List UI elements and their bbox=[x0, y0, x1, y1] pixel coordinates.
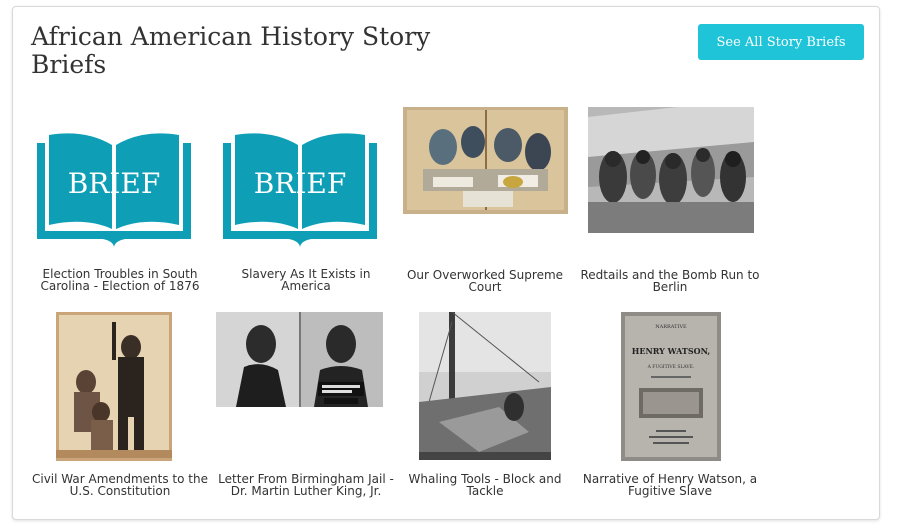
book-cover-line3: A FUGITIVE SLAVE. bbox=[647, 364, 695, 370]
see-all-story-briefs-button[interactable]: See All Story Briefs bbox=[698, 24, 864, 60]
page-title: African American History Story Briefs bbox=[31, 22, 431, 79]
brief-book-icon: BRIEF bbox=[223, 133, 377, 247]
story-brief-item[interactable]: Whaling Tools - Block and Tackle bbox=[403, 312, 593, 502]
tuskegee-airmen-photo bbox=[588, 107, 754, 233]
book-cover-line2: HENRY WATSON, bbox=[632, 346, 711, 356]
supreme-court-cartoon-image bbox=[403, 107, 568, 214]
lincoln-emancipation-engraving bbox=[56, 312, 172, 461]
brief-text: BRIEF bbox=[254, 167, 347, 200]
brief-text: BRIEF bbox=[68, 167, 161, 200]
story-brief-item[interactable]: Redtails and the Bomb Run to Berlin bbox=[580, 107, 778, 293]
story-brief-item[interactable]: BRIEF Election Troubles in South Carolin… bbox=[30, 129, 220, 293]
story-brief-item[interactable]: Our Overworked Supreme Court bbox=[403, 107, 593, 293]
story-briefs-card: African American History Story Briefs Se… bbox=[12, 6, 880, 520]
whaling-ship-photo bbox=[419, 312, 551, 460]
story-brief-caption: Narrative of Henry Watson, a Fugitive Sl… bbox=[582, 472, 758, 498]
story-brief-caption: Letter From Birmingham Jail - Dr. Martin… bbox=[218, 472, 394, 498]
book-cover-line1: NARRATIVE bbox=[655, 324, 687, 330]
story-brief-item[interactable]: NARRATIVE HENRY WATSON, A FUGITIVE SLAVE… bbox=[583, 312, 778, 502]
story-brief-caption: Redtails and the Bomb Run to Berlin bbox=[580, 268, 760, 294]
book-cover-image: NARRATIVE HENRY WATSON, A FUGITIVE SLAVE… bbox=[621, 312, 721, 461]
story-brief-item[interactable]: BRIEF Slavery As It Exists in America bbox=[216, 129, 406, 293]
story-brief-item[interactable]: Letter From Birmingham Jail - Dr. Martin… bbox=[216, 312, 406, 502]
story-brief-caption: Whaling Tools - Block and Tackle bbox=[408, 472, 562, 498]
brief-book-icon: BRIEF bbox=[37, 133, 191, 247]
story-brief-item[interactable]: Civil War Amendments to the U.S. Constit… bbox=[30, 312, 220, 502]
story-brief-caption: Election Troubles in South Carolina - El… bbox=[40, 267, 200, 293]
story-brief-caption: Slavery As It Exists in America bbox=[241, 267, 371, 293]
story-brief-caption: Our Overworked Supreme Court bbox=[406, 268, 564, 294]
story-brief-caption: Civil War Amendments to the U.S. Constit… bbox=[31, 472, 208, 498]
mugshot-photo bbox=[216, 312, 383, 407]
